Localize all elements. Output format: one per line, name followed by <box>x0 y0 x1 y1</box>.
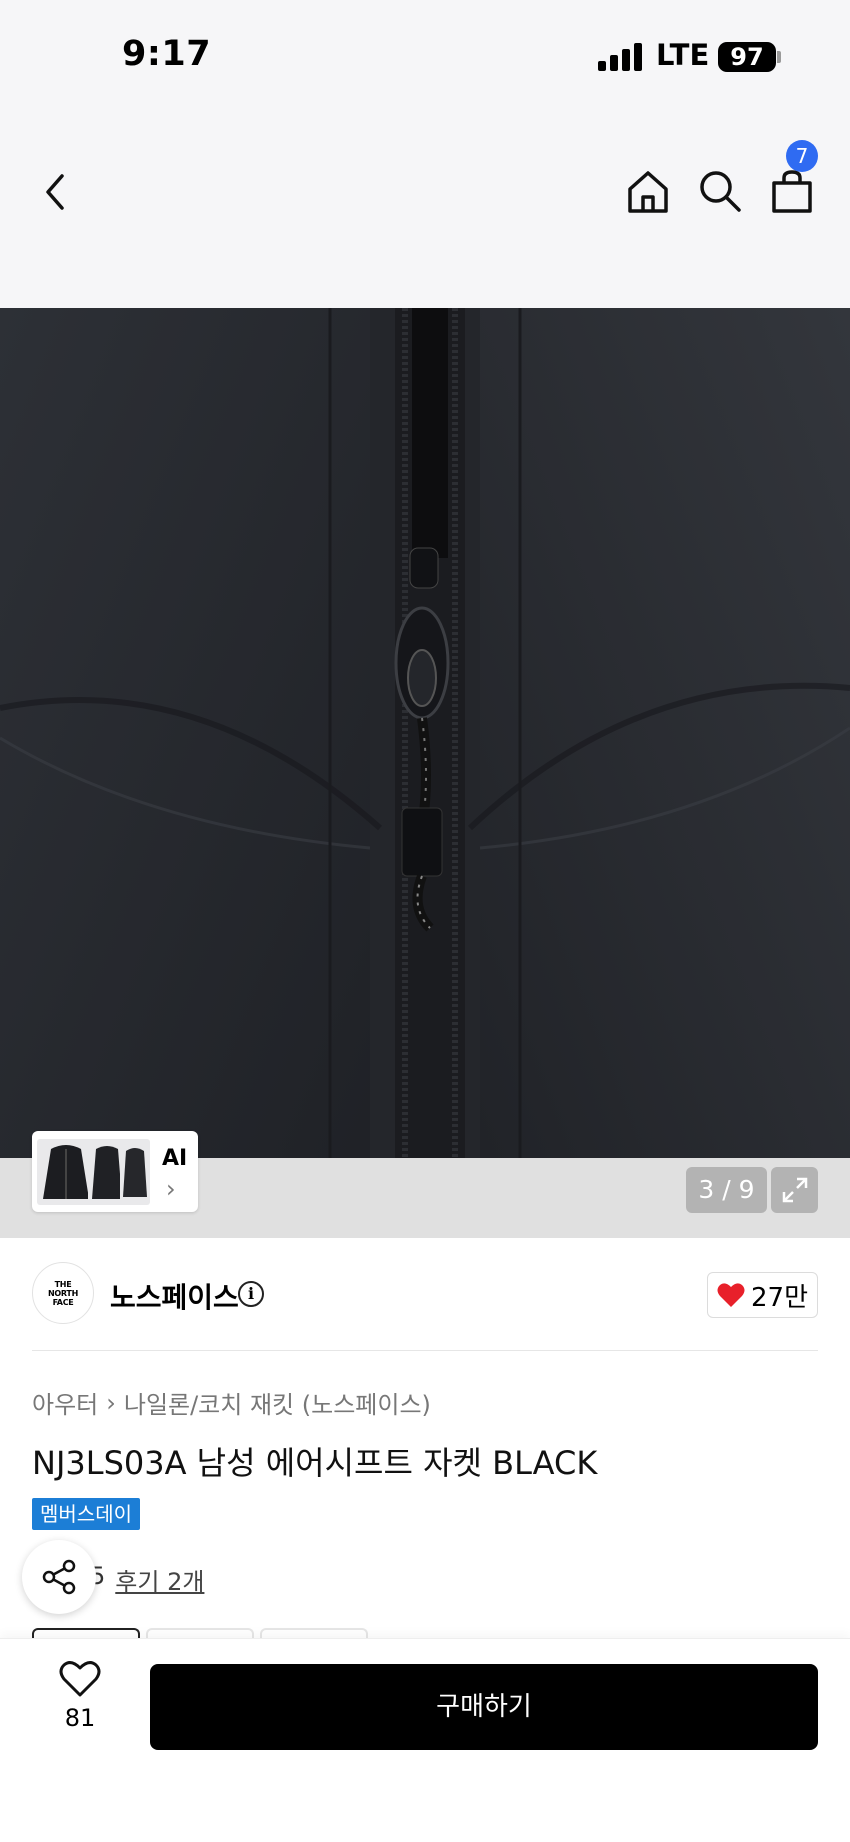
battery-tip <box>777 51 781 63</box>
search-button[interactable] <box>692 163 748 219</box>
share-icon <box>42 1559 76 1595</box>
home-icon <box>628 171 668 213</box>
divider <box>32 1350 818 1351</box>
brand-logo[interactable]: THE NORTH FACE <box>32 1262 94 1324</box>
brand-like-button[interactable]: 27만 <box>707 1272 818 1318</box>
expand-button[interactable] <box>771 1167 818 1213</box>
promo-badge: 멤버스데이 <box>32 1498 140 1530</box>
logo-text-line: FACE <box>52 1297 74 1307</box>
jacket-thumbnail <box>43 1145 89 1199</box>
cart-count-badge: 7 <box>786 140 818 172</box>
buy-button[interactable]: 구매하기 <box>150 1664 818 1750</box>
chevron-right-icon: › <box>106 1388 116 1417</box>
jacket-thumbnail <box>123 1148 147 1197</box>
jacket-zipper-photo <box>0 308 850 1238</box>
status-bar: 9:17 LTE 97 <box>0 0 850 108</box>
home-button[interactable] <box>620 163 676 219</box>
wishlist-button[interactable]: 81 <box>40 1660 120 1748</box>
logo-text-line: THE <box>54 1279 72 1289</box>
logo-text-line: NORTH <box>48 1288 78 1298</box>
review-row: 5 후기 2개 <box>90 1562 204 1597</box>
breadcrumb-item[interactable]: 나일론/코치 재킷 (노스페이스) <box>124 1385 431 1420</box>
thumbnail-jacket-3 <box>120 1139 150 1205</box>
breadcrumb: 아우터 › 나일론/코치 재킷 (노스페이스) <box>32 1385 431 1420</box>
thumbnail-jacket-1 <box>37 1139 95 1205</box>
status-time: 9:17 <box>122 34 212 74</box>
shopping-bag-icon <box>772 170 812 213</box>
product-image[interactable] <box>0 308 850 1238</box>
expand-icon <box>782 1177 807 1203</box>
heart-outline-icon <box>59 1661 101 1697</box>
cart-button[interactable] <box>764 163 820 219</box>
review-link[interactable]: 후기 2개 <box>115 1562 204 1597</box>
battery-icon: 97 <box>718 42 776 72</box>
info-icon[interactable]: i <box>238 1281 264 1307</box>
share-button[interactable] <box>22 1540 96 1614</box>
image-page-indicator: 3 / 9 <box>686 1167 767 1213</box>
ai-label: AI <box>162 1146 188 1171</box>
heart-icon <box>717 1283 745 1307</box>
brand-like-count: 27만 <box>750 1282 808 1313</box>
brand-name[interactable]: 노스페이스 <box>110 1276 239 1316</box>
back-button[interactable] <box>28 164 84 220</box>
wishlist-count: 81 <box>64 1704 96 1732</box>
network-label: LTE <box>656 38 710 72</box>
signal-icon <box>598 43 642 71</box>
back-arrow-icon <box>46 174 64 210</box>
navigation-bar <box>0 108 850 308</box>
breadcrumb-item[interactable]: 아우터 <box>32 1385 98 1420</box>
chevron-right-icon: › <box>166 1175 176 1203</box>
product-title: NJ3LS03A 남성 에어시프트 자켓 BLACK <box>32 1444 598 1482</box>
product-detail-page: 9:17 LTE 97 7 AI › 3 / 9 THE NORTH FACE … <box>0 0 850 1842</box>
search-icon <box>700 171 741 212</box>
